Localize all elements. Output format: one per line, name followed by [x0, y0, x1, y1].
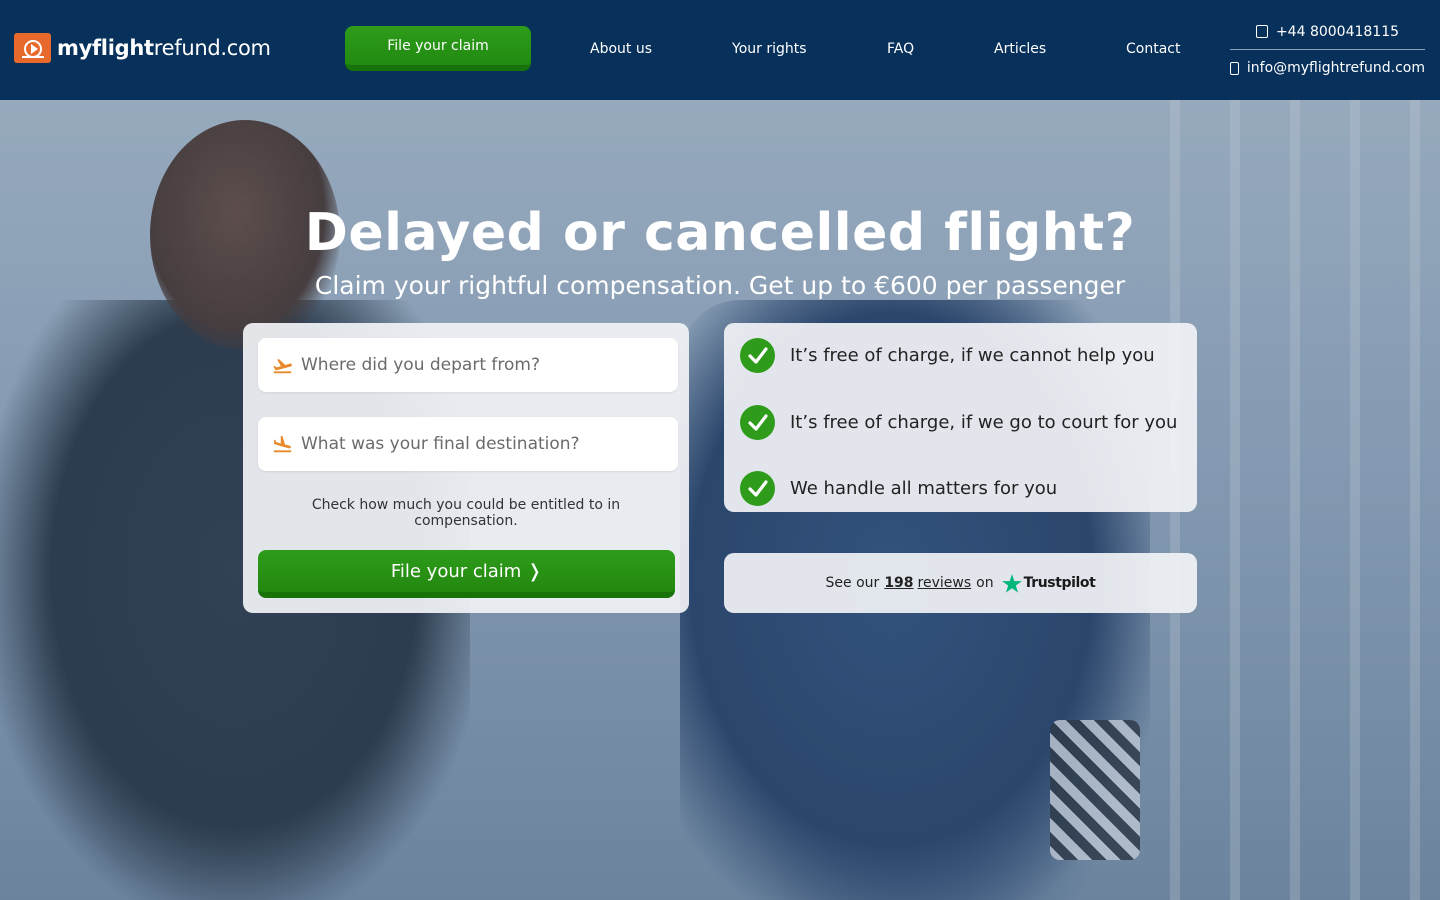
reviews-link[interactable]: reviews — [918, 575, 972, 591]
trustpilot-star-icon — [1001, 573, 1022, 593]
claim-form: Check how much you could be entitled to … — [243, 323, 689, 613]
benefit-item: It’s free of charge, if we go to court f… — [740, 405, 1177, 440]
nav-contact[interactable]: Contact — [1126, 41, 1180, 57]
phone-link[interactable]: +44 8000418115 — [1230, 14, 1425, 50]
trust-prefix: See our — [825, 575, 880, 591]
takeoff-icon — [273, 359, 292, 374]
departure-field[interactable] — [258, 338, 678, 392]
logo-text-light: refund.com — [153, 36, 271, 60]
benefit-item: We handle all matters for you — [740, 471, 1057, 506]
file-claim-button[interactable]: File your claim ❭ — [258, 550, 675, 598]
email-link[interactable]: info@myflightrefund.com — [1230, 50, 1425, 86]
trustpilot-widget: See our 198 reviews on Trustpilot — [724, 553, 1197, 613]
header-file-claim-button[interactable]: File your claim — [345, 26, 531, 71]
nav-articles[interactable]: Articles — [994, 41, 1046, 57]
trustpilot-brand: Trustpilot — [1023, 575, 1096, 591]
benefit-item: It’s free of charge, if we cannot help y… — [740, 338, 1155, 373]
phone-number: +44 8000418115 — [1275, 23, 1400, 40]
benefit-text: It’s free of charge, if we cannot help y… — [790, 345, 1155, 366]
landing-icon — [273, 435, 292, 453]
logo[interactable]: myflightrefund.com — [14, 33, 271, 63]
trust-suffix: on — [976, 575, 994, 591]
nav-about-us[interactable]: About us — [590, 41, 652, 57]
form-hint: Check how much you could be entitled to … — [311, 497, 621, 529]
benefit-text: It’s free of charge, if we go to court f… — [790, 412, 1178, 433]
check-icon — [740, 471, 775, 506]
nav-your-rights[interactable]: Your rights — [732, 41, 807, 57]
trustpilot-logo[interactable]: Trustpilot — [1001, 573, 1096, 593]
check-icon — [740, 338, 775, 373]
benefit-text: We handle all matters for you — [790, 478, 1058, 499]
site-header: myflightrefund.com File your claim About… — [0, 0, 1440, 100]
destination-field[interactable] — [258, 417, 678, 471]
email-icon — [1230, 61, 1239, 75]
hero-subtitle: Claim your rightful compensation. Get up… — [314, 271, 1126, 300]
destination-input[interactable] — [301, 434, 661, 454]
contact-info: +44 8000418115 info@myflightrefund.com — [1230, 14, 1425, 86]
departure-input[interactable] — [301, 355, 661, 375]
reviews-count-link[interactable]: 198 — [884, 575, 913, 591]
hero-title: Delayed or cancelled flight? — [304, 203, 1136, 263]
nav-faq[interactable]: FAQ — [887, 41, 914, 57]
email-address: info@myflightrefund.com — [1246, 60, 1425, 76]
check-icon — [740, 405, 775, 440]
logo-text-bold: myflight — [57, 36, 154, 60]
phone-icon — [1255, 25, 1268, 38]
benefits-card: It’s free of charge, if we cannot help y… — [724, 323, 1197, 512]
logo-mark-icon — [14, 33, 51, 63]
